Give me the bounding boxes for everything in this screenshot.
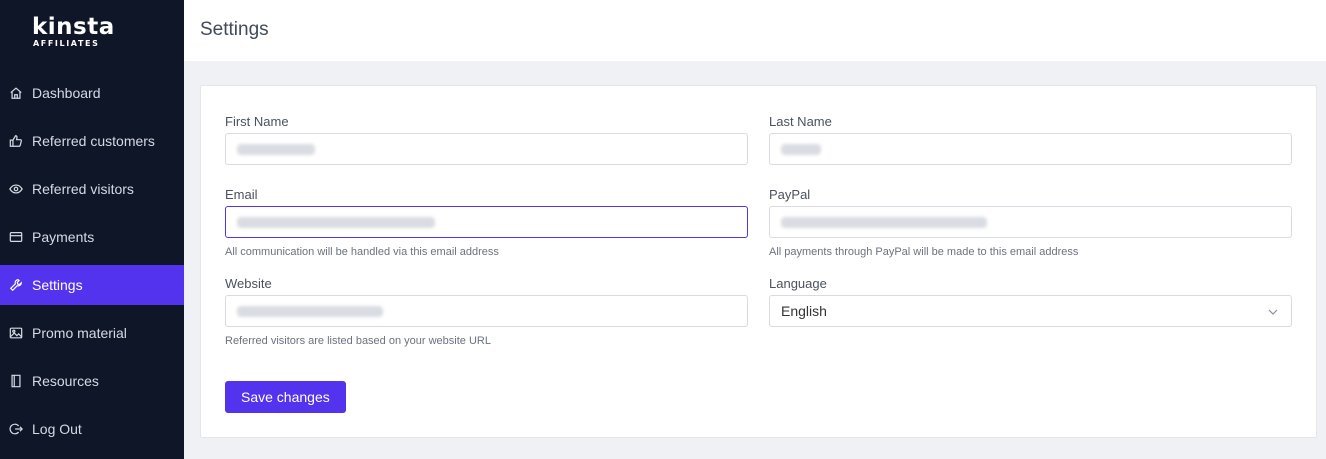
website-label: Website xyxy=(225,276,272,291)
kinsta-logo[interactable]: Kinsta AFFILIATES xyxy=(32,15,115,49)
sidebar-item-label: Log Out xyxy=(32,421,82,437)
sidebar-item-label: Dashboard xyxy=(32,85,101,101)
sidebar-item-label: Promo material xyxy=(32,325,127,341)
save-changes-button[interactable]: Save changes xyxy=(225,381,346,413)
paypal-help-text: All payments through PayPal will be made… xyxy=(769,246,1079,258)
paypal-field-group: PayPal All payments through PayPal will … xyxy=(769,187,1292,258)
thumbs-up-icon xyxy=(8,133,24,149)
redacted-value xyxy=(237,216,435,228)
logo-subtitle: AFFILIATES xyxy=(33,39,100,48)
sidebar-item-referred-customers[interactable]: Referred customers xyxy=(0,121,184,161)
first-name-label: First Name xyxy=(225,114,289,129)
logout-icon xyxy=(8,421,24,437)
sidebar-item-label: Settings xyxy=(32,277,83,293)
last-name-field-group: Last Name xyxy=(769,114,1292,165)
sidebar-item-settings[interactable]: Settings xyxy=(0,265,184,305)
sidebar-nav: Dashboard Referred customers Referred vi… xyxy=(0,73,184,457)
sidebar-item-promo-material[interactable]: Promo material xyxy=(0,313,184,353)
redacted-value xyxy=(237,305,383,317)
sidebar-item-label: Resources xyxy=(32,373,99,389)
sidebar-item-resources[interactable]: Resources xyxy=(0,361,184,401)
sidebar-item-label: Referred customers xyxy=(32,133,155,149)
sidebar-item-payments[interactable]: Payments xyxy=(0,217,184,257)
page-header: Settings xyxy=(184,0,1326,61)
redacted-value xyxy=(781,143,821,155)
email-help-text: All communication will be handled via th… xyxy=(225,246,499,258)
email-field-group: Email All communication will be handled … xyxy=(225,187,748,258)
sidebar: Kinsta AFFILIATES Dashboard Referred cus… xyxy=(0,0,184,459)
wrench-icon xyxy=(8,277,24,293)
book-icon xyxy=(8,373,24,389)
home-icon xyxy=(8,85,24,101)
sidebar-item-label: Referred visitors xyxy=(32,181,134,197)
paypal-label: PayPal xyxy=(769,187,811,202)
language-selected-value: English xyxy=(781,303,827,319)
page-title: Settings xyxy=(200,19,269,40)
last-name-input[interactable] xyxy=(769,133,1292,165)
first-name-input[interactable] xyxy=(225,133,748,165)
chevron-down-icon xyxy=(1267,305,1279,317)
redacted-value xyxy=(237,143,315,155)
language-label: Language xyxy=(769,276,827,291)
language-field-group: Language English xyxy=(769,276,1292,327)
sidebar-item-dashboard[interactable]: Dashboard xyxy=(0,73,184,113)
email-input[interactable] xyxy=(225,206,748,238)
website-help-text: Referred visitors are listed based on yo… xyxy=(225,335,491,347)
redacted-value xyxy=(781,216,987,228)
last-name-label: Last Name xyxy=(769,114,832,129)
credit-card-icon xyxy=(8,229,24,245)
eye-icon xyxy=(8,181,24,197)
paypal-input[interactable] xyxy=(769,206,1292,238)
language-select[interactable]: English xyxy=(769,295,1292,327)
logo-wordmark: Kinsta xyxy=(32,14,115,40)
sidebar-item-label: Payments xyxy=(32,229,95,245)
website-field-group: Website Referred visitors are listed bas… xyxy=(225,276,748,347)
image-icon xyxy=(8,325,24,341)
settings-card: First Name Last Name Email All communica… xyxy=(200,85,1317,438)
sidebar-item-log-out[interactable]: Log Out xyxy=(0,409,184,449)
website-input[interactable] xyxy=(225,295,748,327)
email-label: Email xyxy=(225,187,258,202)
sidebar-item-referred-visitors[interactable]: Referred visitors xyxy=(0,169,184,209)
first-name-field-group: First Name xyxy=(225,114,748,165)
